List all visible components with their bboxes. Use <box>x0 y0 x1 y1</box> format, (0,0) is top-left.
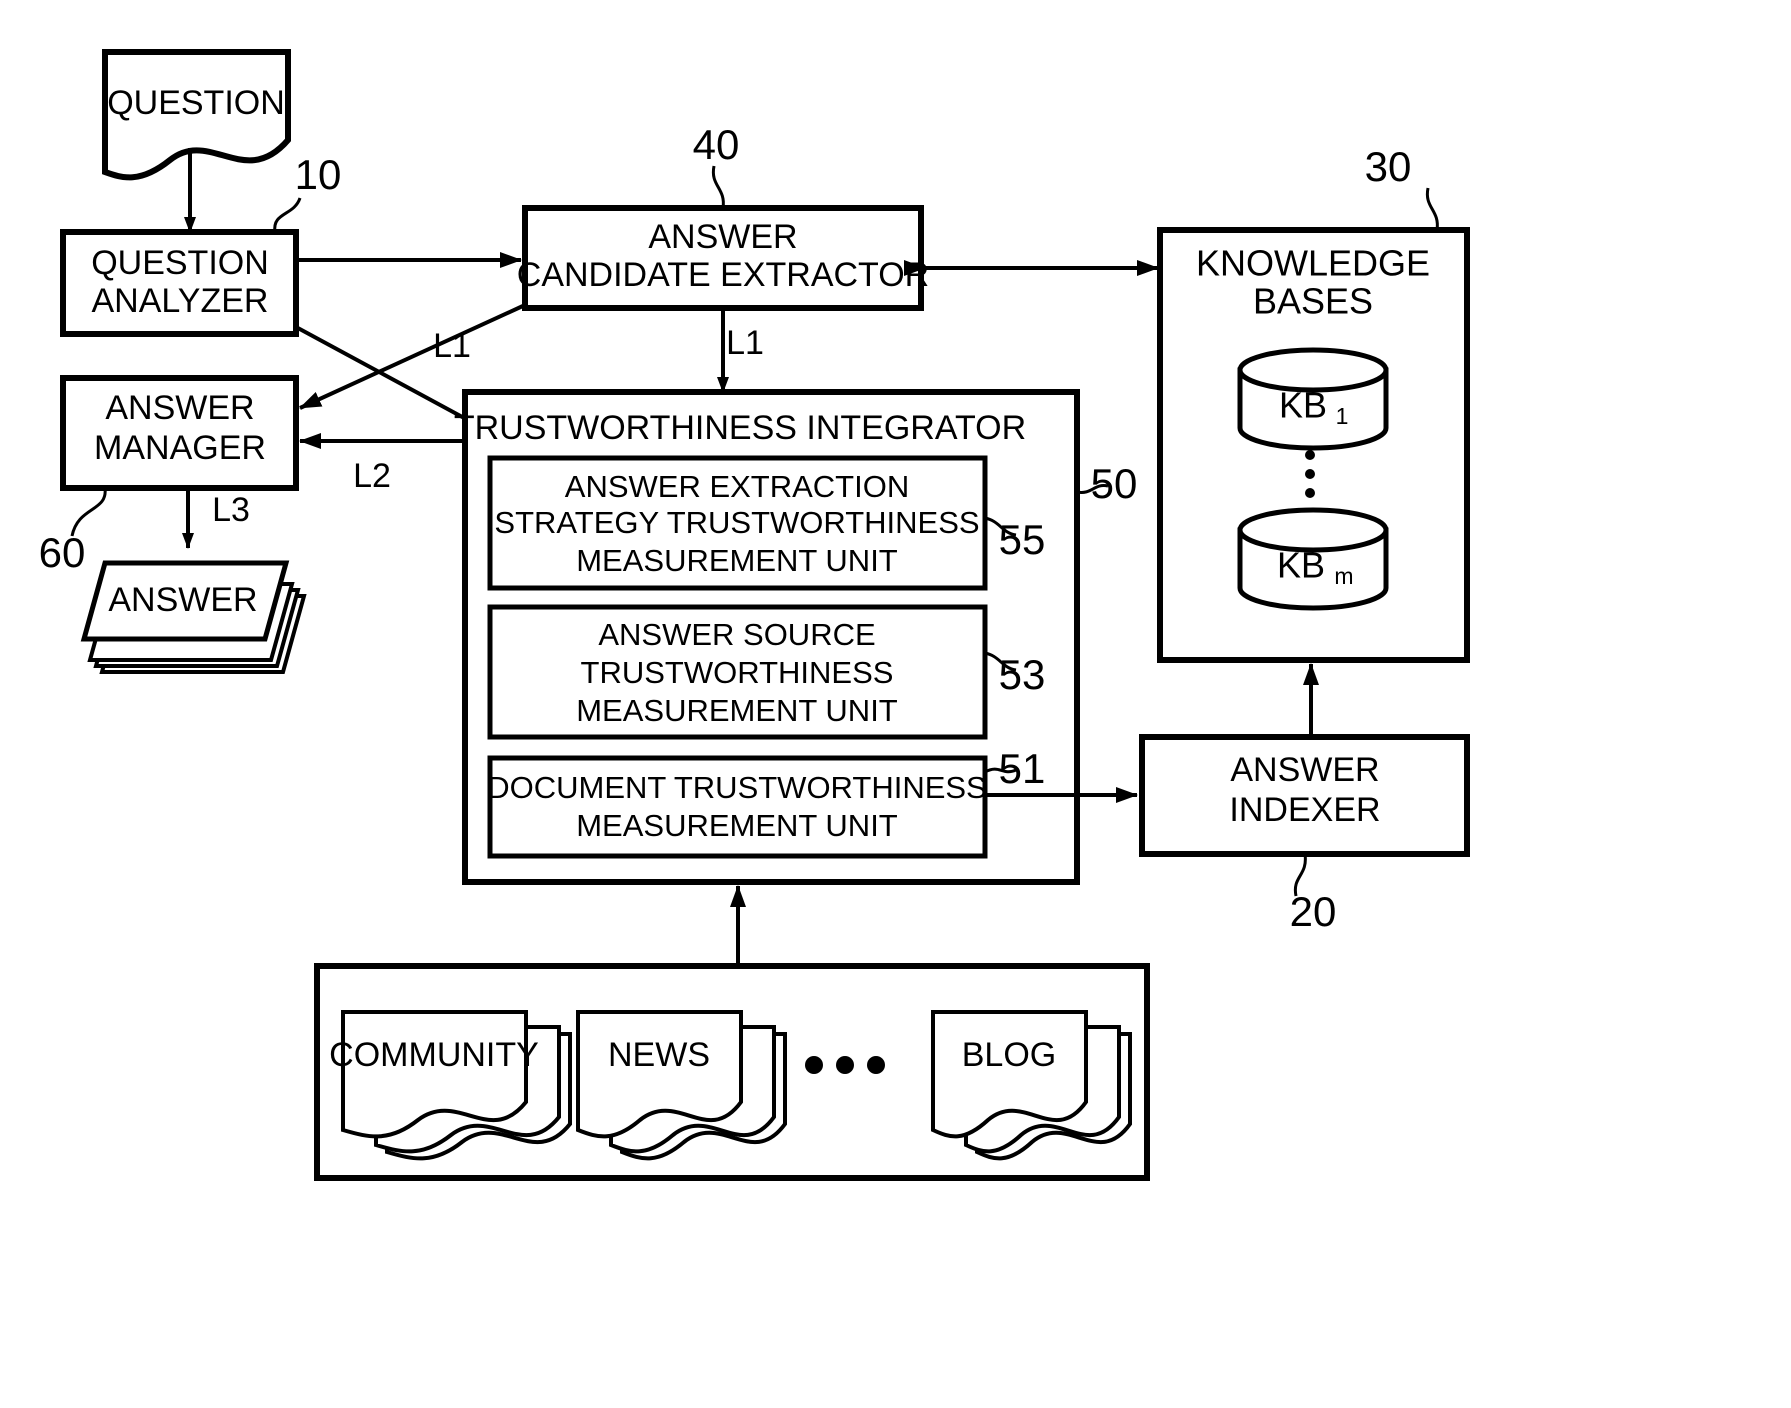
kb-last-cylinder: KB m <box>1237 507 1389 611</box>
kb-last-label: KB <box>1277 545 1325 586</box>
answer-document-stack: ANSWER <box>80 560 307 674</box>
question-analyzer-box: QUESTION ANALYZER <box>60 229 299 337</box>
answer-indexer-line2: INDEXER <box>1229 791 1380 829</box>
source-label-news: NEWS <box>608 1036 710 1074</box>
source-label-blog: BLOG <box>962 1036 1056 1074</box>
unit-55-line1: ANSWER EXTRACTION <box>565 469 909 504</box>
answer-indexer-box: ANSWER INDEXER <box>1139 734 1470 857</box>
ref-number-40: 40 <box>693 121 740 168</box>
answer-candidate-extractor-box: ANSWER CANDIDATE EXTRACTOR <box>517 205 929 311</box>
answer-candidate-extractor-line2: CANDIDATE EXTRACTOR <box>517 256 929 294</box>
link-label-l1-diagonal: L1 <box>433 327 471 365</box>
answer-manager-line2: MANAGER <box>94 429 266 467</box>
answer-manager-line1: ANSWER <box>105 389 254 427</box>
trustworthiness-integrator-label: TRUSTWORTHINESS INTEGRATOR <box>454 409 1026 447</box>
source-item-blog: BLOG <box>931 1010 1132 1161</box>
leader-line-40 <box>711 165 725 209</box>
figure-canvas: QUESTION QUESTION ANALYZER 10 ANSWER MAN… <box>0 0 1791 1408</box>
question-document: QUESTION <box>102 49 291 181</box>
link-label-l1-vertical: L1 <box>726 324 764 362</box>
sources-container: COMMUNITY NEWS BLOG <box>314 963 1150 1181</box>
source-label-community: COMMUNITY <box>329 1036 539 1074</box>
unit-53-line2: TRUSTWORTHINESS <box>581 655 894 690</box>
kb-vertical-ellipsis <box>1305 450 1315 498</box>
ref-number-60: 60 <box>39 529 86 576</box>
question-document-label: QUESTION <box>107 84 285 122</box>
unit-53-line3: MEASUREMENT UNIT <box>576 693 898 728</box>
answer-source-unit: ANSWER SOURCE TRUSTWORTHINESS MEASUREMEN… <box>487 604 988 740</box>
kb-first-label: KB <box>1279 385 1327 426</box>
ref-number-55: 55 <box>999 516 1046 563</box>
unit-53-line1: ANSWER SOURCE <box>598 617 875 652</box>
kb-first-subscript: 1 <box>1336 403 1349 429</box>
answer-candidate-extractor-line1: ANSWER <box>648 218 797 256</box>
question-analyzer-line1: QUESTION <box>91 244 269 282</box>
answer-extraction-strategy-unit: ANSWER EXTRACTION STRATEGY TRUSTWORTHINE… <box>487 455 988 591</box>
trustworthiness-integrator-box: TRUSTWORTHINESS INTEGRATOR ANSWER EXTRAC… <box>454 389 1080 885</box>
answer-manager-box: ANSWER MANAGER <box>60 375 299 491</box>
answer-document-label: ANSWER <box>108 581 257 619</box>
ref-number-53: 53 <box>999 651 1046 698</box>
source-item-community: COMMUNITY <box>329 1010 572 1161</box>
unit-55-line2: STRATEGY TRUSTWORTHINESS <box>494 505 979 540</box>
source-item-news: NEWS <box>576 1010 787 1161</box>
ref-number-10: 10 <box>295 151 342 198</box>
ref-number-50: 50 <box>1091 460 1138 507</box>
kb-first-cylinder: KB 1 <box>1237 347 1389 451</box>
sources-ellipsis <box>805 1056 885 1074</box>
ref-number-51: 51 <box>999 745 1046 792</box>
block-diagram: QUESTION QUESTION ANALYZER 10 ANSWER MAN… <box>39 49 1470 1181</box>
question-analyzer-line2: ANALYZER <box>92 282 269 320</box>
leader-line-10 <box>273 197 302 233</box>
document-trustworthiness-unit: DOCUMENT TRUSTWORTHINESS MEASUREMENT UNI… <box>487 755 988 859</box>
leader-line-30 <box>1425 187 1439 231</box>
knowledge-bases-line1: KNOWLEDGE <box>1196 243 1430 284</box>
kb-last-subscript: m <box>1334 563 1353 589</box>
knowledge-bases-line2: BASES <box>1253 281 1373 322</box>
link-label-l3: L3 <box>212 491 250 529</box>
link-label-l2: L2 <box>353 457 391 495</box>
answer-indexer-line1: ANSWER <box>1230 751 1379 789</box>
unit-51-line2: MEASUREMENT UNIT <box>576 808 898 843</box>
unit-51-line1: DOCUMENT TRUSTWORTHINESS <box>487 770 986 805</box>
ref-number-30: 30 <box>1365 143 1412 190</box>
knowledge-bases-box: KNOWLEDGE BASES KB 1 KB m <box>1157 227 1470 663</box>
unit-55-line3: MEASUREMENT UNIT <box>576 543 898 578</box>
ref-number-20: 20 <box>1290 888 1337 935</box>
